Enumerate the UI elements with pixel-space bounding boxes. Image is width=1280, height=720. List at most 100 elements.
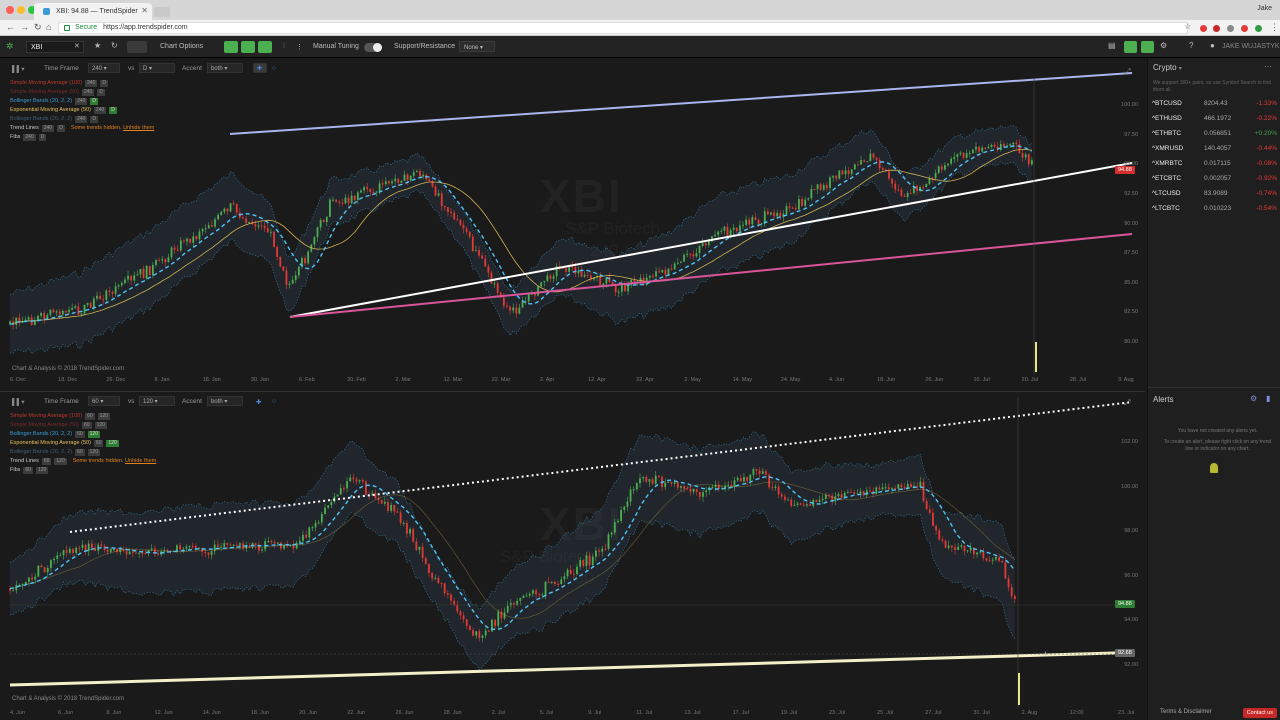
- layout-button[interactable]: [127, 41, 147, 53]
- bookmark-icon[interactable]: ▮: [1266, 394, 1270, 403]
- extension-icon[interactable]: [1255, 25, 1262, 32]
- chart-panel-240[interactable]: ▌▌▾ Time Frame 240 ▾ vs D ▾ Accent both …: [0, 59, 1145, 392]
- candle-body: [802, 504, 805, 506]
- refresh-icon[interactable]: ↻: [111, 41, 118, 50]
- crypto-watchlist-title[interactable]: Crypto ▾: [1153, 63, 1182, 72]
- candle-body: [919, 481, 922, 487]
- crypto-row[interactable]: ^BTCUSD 8204.43 -1.33%: [1152, 100, 1277, 114]
- url-field[interactable]: Secure https://app.trendspider.com: [58, 22, 1188, 34]
- candle-body: [956, 154, 959, 158]
- price-chart-240[interactable]: ⤢: [0, 59, 1145, 392]
- time-tick-label: 26. Jun: [925, 377, 944, 383]
- more-icon[interactable]: ⋮: [296, 43, 303, 51]
- candle-body: [443, 583, 446, 594]
- chart-options-label[interactable]: Chart Options: [160, 43, 203, 50]
- candle-body: [995, 556, 997, 560]
- crypto-row[interactable]: ^ETHBTC 0.056851 +0.20%: [1152, 130, 1277, 144]
- close-window-icon[interactable]: [6, 6, 14, 14]
- candle-body: [366, 187, 369, 190]
- candle-body: [49, 309, 52, 315]
- indicators-icon[interactable]: ⫶: [283, 43, 285, 51]
- price-chart-60[interactable]: ⤢+: [0, 392, 1145, 720]
- candle-body: [981, 147, 984, 152]
- browser-tab[interactable]: XBI: 94.88 — TrendSpider ✕: [34, 3, 152, 20]
- candle-body: [15, 317, 18, 325]
- crypto-row[interactable]: ^ETHUSD 466.1972 -0.22%: [1152, 115, 1277, 129]
- favorite-star-icon[interactable]: ★: [94, 41, 101, 50]
- bookmark-star-icon[interactable]: ☆: [1184, 22, 1191, 31]
- chart-panel-60[interactable]: ▌▌▾ Time Frame 60 ▾ vs 120 ▾ Accent both…: [0, 392, 1145, 720]
- crypto-row[interactable]: ^XMRUSD 140.4057 -0.44%: [1152, 145, 1277, 159]
- candle-body: [613, 522, 616, 533]
- watchlist-button[interactable]: [1141, 41, 1154, 53]
- crypto-symbol: ^ETCBTC: [1152, 175, 1182, 182]
- crypto-price: 0.002057: [1204, 175, 1232, 182]
- crypto-row[interactable]: ^ETCBTC 0.002057 -0.92%: [1152, 175, 1277, 189]
- candle-body: [607, 534, 610, 549]
- home-icon[interactable]: ⌂: [46, 22, 51, 32]
- candle-body: [689, 253, 692, 255]
- bars-button[interactable]: [241, 41, 255, 53]
- candle-body: [878, 487, 881, 490]
- candle-body: [494, 619, 496, 626]
- candle-body: [947, 163, 949, 166]
- trendspider-logo-icon[interactable]: ✲: [6, 41, 14, 52]
- extension-icon[interactable]: [1200, 25, 1207, 32]
- notes-icon[interactable]: ▤: [1108, 41, 1116, 50]
- candle-body: [999, 144, 1002, 150]
- user-name[interactable]: JAKE WUJASTYK: [1222, 43, 1280, 50]
- candle-body: [944, 540, 947, 548]
- settings-gear-icon[interactable]: ⚙: [1160, 41, 1167, 50]
- price-tick-label: 100.00: [1121, 483, 1138, 490]
- reload-icon[interactable]: ↻: [34, 22, 42, 33]
- help-icon[interactable]: ?: [1189, 41, 1193, 50]
- alerts-panel-button[interactable]: [1124, 41, 1137, 53]
- menu-icon[interactable]: ⋮: [1270, 22, 1279, 33]
- manual-tuning-toggle[interactable]: [364, 43, 382, 52]
- user-icon[interactable]: ●: [1210, 41, 1215, 50]
- crypto-row[interactable]: ^LTCUSD 83.9089 -0.74%: [1152, 190, 1277, 204]
- crypto-row[interactable]: ^LTCBTC 0.010223 -0.54%: [1152, 205, 1277, 219]
- candle-body: [968, 153, 971, 155]
- candle-body: [226, 208, 229, 212]
- extension-icon[interactable]: [1227, 25, 1234, 32]
- terms-link[interactable]: Terms & Disclaimer: [1160, 709, 1212, 715]
- back-icon[interactable]: ←: [6, 22, 15, 32]
- candle-body: [92, 298, 95, 308]
- candle-body: [332, 199, 334, 201]
- forward-icon[interactable]: →: [20, 22, 29, 32]
- more-icon[interactable]: ⋯: [1264, 62, 1272, 71]
- crypto-price: 0.056851: [1204, 130, 1232, 137]
- candle-body: [648, 479, 651, 482]
- candle-body: [1012, 142, 1015, 145]
- candle-body: [998, 556, 1000, 561]
- browser-user[interactable]: Jake: [1257, 5, 1272, 12]
- candle-body: [311, 527, 314, 529]
- candles-button[interactable]: [224, 41, 238, 53]
- settings-gear-icon[interactable]: ⚙: [1250, 394, 1257, 403]
- candle-body: [266, 228, 269, 233]
- clear-symbol-icon[interactable]: ✕: [74, 42, 80, 50]
- candle-body: [969, 547, 972, 551]
- candle-body: [409, 175, 412, 181]
- candle-body: [770, 212, 772, 215]
- line-chart-button[interactable]: [258, 41, 272, 53]
- candle-body: [393, 505, 396, 512]
- contact-button[interactable]: Contact us: [1242, 708, 1277, 718]
- crypto-symbol: ^LTCUSD: [1152, 190, 1181, 197]
- minimize-window-icon[interactable]: [17, 6, 25, 14]
- candle-body: [1009, 144, 1012, 146]
- candle-body: [791, 207, 794, 209]
- extension-icon[interactable]: [1241, 25, 1248, 32]
- extension-icon[interactable]: [1213, 25, 1220, 32]
- support-resistance-select[interactable]: None ▾: [459, 41, 495, 52]
- crypto-row[interactable]: ^XMRBTC 0.017115 -0.08%: [1152, 160, 1277, 174]
- chevron-down-icon[interactable]: ▾: [1179, 66, 1182, 72]
- price-tick-label: 87.50: [1124, 250, 1138, 257]
- candle-body: [897, 484, 900, 489]
- close-tab-icon[interactable]: ✕: [141, 6, 148, 15]
- candle-body: [403, 174, 406, 181]
- candle-body: [475, 250, 477, 252]
- new-tab-button[interactable]: [154, 7, 170, 17]
- candle-body: [847, 491, 849, 493]
